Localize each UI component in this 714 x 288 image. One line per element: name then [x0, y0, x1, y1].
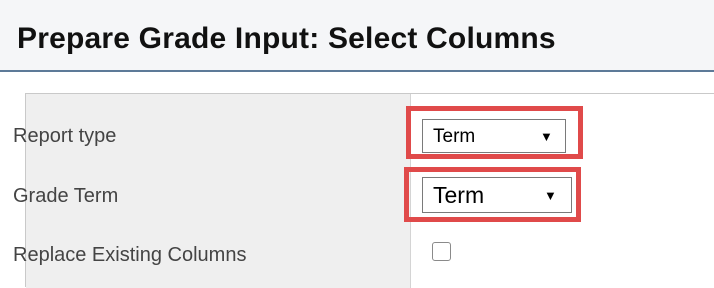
report-type-select[interactable]: Term ▼ — [422, 119, 566, 153]
report-type-select-value: Term — [433, 126, 476, 147]
grade-term-select-value: Term — [433, 182, 485, 208]
replace-existing-columns-checkbox[interactable] — [432, 242, 451, 261]
replace-existing-columns-label: Replace Existing Columns — [13, 244, 247, 266]
page-header: Prepare Grade Input: Select Columns — [0, 0, 714, 72]
grade-term-label: Grade Term — [13, 185, 119, 207]
page-title: Prepare Grade Input: Select Columns — [17, 22, 556, 55]
triangle-down-icon: ▼ — [540, 129, 553, 144]
triangle-down-icon: ▼ — [544, 188, 557, 203]
grade-term-select[interactable]: Term ▼ — [422, 177, 572, 213]
report-type-label: Report type — [13, 125, 117, 147]
